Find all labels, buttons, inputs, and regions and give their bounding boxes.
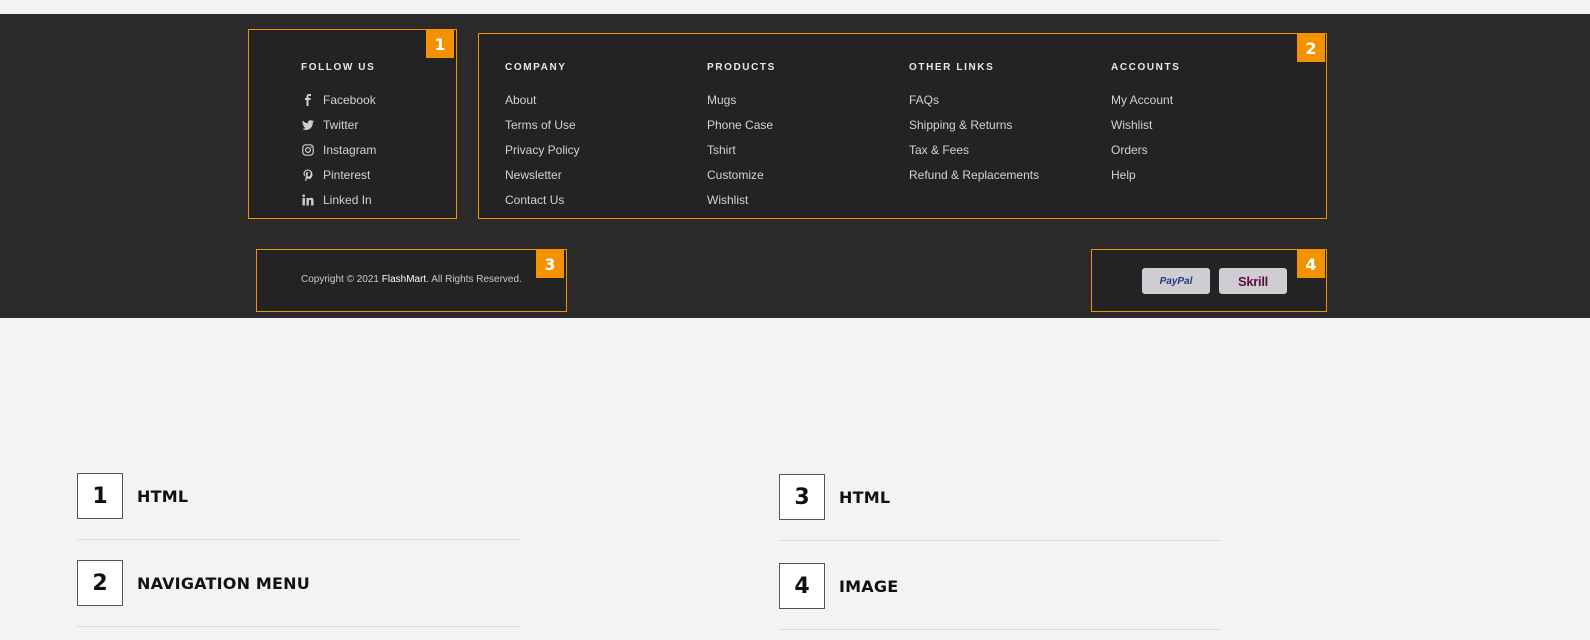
- footer: 1 FOLLOW US Facebook Twitter Instagram P…: [0, 14, 1590, 318]
- footer-link-customize[interactable]: Customize: [707, 168, 764, 182]
- footer-link-account-wishlist[interactable]: Wishlist: [1111, 118, 1152, 132]
- navigation-menu-section: 2 COMPANY About Terms of Use Privacy Pol…: [478, 33, 1327, 219]
- section-badge: 3: [536, 250, 564, 278]
- legend-item-4: 4 IMAGE: [779, 563, 898, 609]
- footer-link-privacy[interactable]: Privacy Policy: [505, 143, 580, 157]
- linkedin-icon: [301, 193, 315, 207]
- payment-methods-section: 4 PayPal Skrill: [1091, 249, 1327, 312]
- divider: [779, 540, 1221, 541]
- social-link-linkedin[interactable]: Linked In: [301, 193, 372, 207]
- divider: [779, 629, 1221, 630]
- legend-number: 1: [77, 473, 123, 519]
- section-badge: 2: [1297, 34, 1325, 62]
- footer-link-contact[interactable]: Contact Us: [505, 193, 564, 207]
- follow-us-section: 1 FOLLOW US Facebook Twitter Instagram P…: [248, 29, 457, 219]
- footer-link-my-account[interactable]: My Account: [1111, 93, 1173, 107]
- social-link-pinterest[interactable]: Pinterest: [301, 168, 370, 182]
- footer-link-wishlist[interactable]: Wishlist: [707, 193, 748, 207]
- legend-number: 3: [779, 474, 825, 520]
- social-label: Linked In: [323, 193, 372, 207]
- social-label: Pinterest: [323, 168, 371, 182]
- footer-link-orders[interactable]: Orders: [1111, 143, 1148, 157]
- social-link-facebook[interactable]: Facebook: [301, 93, 376, 107]
- column-title-other-links: OTHER LINKS: [909, 62, 995, 73]
- pinterest-icon: [301, 168, 315, 182]
- footer-link-about[interactable]: About: [505, 93, 536, 107]
- section-badge: 4: [1297, 250, 1325, 278]
- legend-number: 4: [779, 563, 825, 609]
- column-title-company: COMPANY: [505, 62, 567, 73]
- paypal-logo: PayPal: [1142, 268, 1210, 294]
- social-label: Facebook: [323, 93, 376, 107]
- divider: [77, 626, 519, 627]
- social-label: Instagram: [323, 143, 377, 157]
- skrill-logo: Skrill: [1219, 268, 1287, 294]
- footer-link-faqs[interactable]: FAQs: [909, 93, 939, 107]
- legend-label: HTML: [839, 487, 891, 507]
- legend-item-3: 3 HTML: [779, 474, 890, 520]
- divider: [77, 539, 519, 540]
- column-title-accounts: ACCOUNTS: [1111, 62, 1181, 73]
- footer-link-tax[interactable]: Tax & Fees: [909, 143, 969, 157]
- footer-link-phone-case[interactable]: Phone Case: [707, 118, 773, 132]
- legend-label: IMAGE: [839, 576, 899, 596]
- follow-us-title: FOLLOW US: [301, 62, 376, 73]
- instagram-icon: [301, 143, 315, 157]
- legend-number: 2: [77, 560, 123, 606]
- social-link-instagram[interactable]: Instagram: [301, 143, 376, 157]
- social-label: Twitter: [323, 118, 359, 132]
- legend-item-1: 1 HTML: [77, 473, 188, 519]
- copyright-section: 3 Copyright © 2021 FlashMart. All Rights…: [256, 249, 567, 312]
- footer-link-shipping[interactable]: Shipping & Returns: [909, 118, 1012, 132]
- footer-link-tshirt[interactable]: Tshirt: [707, 143, 736, 157]
- footer-link-mugs[interactable]: Mugs: [707, 93, 736, 107]
- column-title-products: PRODUCTS: [707, 62, 776, 73]
- legend-label: HTML: [137, 486, 189, 506]
- twitter-icon: [301, 118, 315, 132]
- social-link-twitter[interactable]: Twitter: [301, 118, 358, 132]
- copyright-text: Copyright © 2021 FlashMart. All Rights R…: [301, 274, 522, 285]
- section-badge: 1: [426, 30, 454, 58]
- footer-link-terms[interactable]: Terms of Use: [505, 118, 576, 132]
- footer-link-newsletter[interactable]: Newsletter: [505, 168, 562, 182]
- brand-link[interactable]: FlashMart: [382, 274, 426, 285]
- facebook-icon: [301, 93, 315, 107]
- legend-label: NAVIGATION MENU: [137, 573, 310, 593]
- legend-item-2: 2 NAVIGATION MENU: [77, 560, 310, 606]
- footer-link-refund[interactable]: Refund & Replacements: [909, 168, 1039, 182]
- footer-link-help[interactable]: Help: [1111, 168, 1136, 182]
